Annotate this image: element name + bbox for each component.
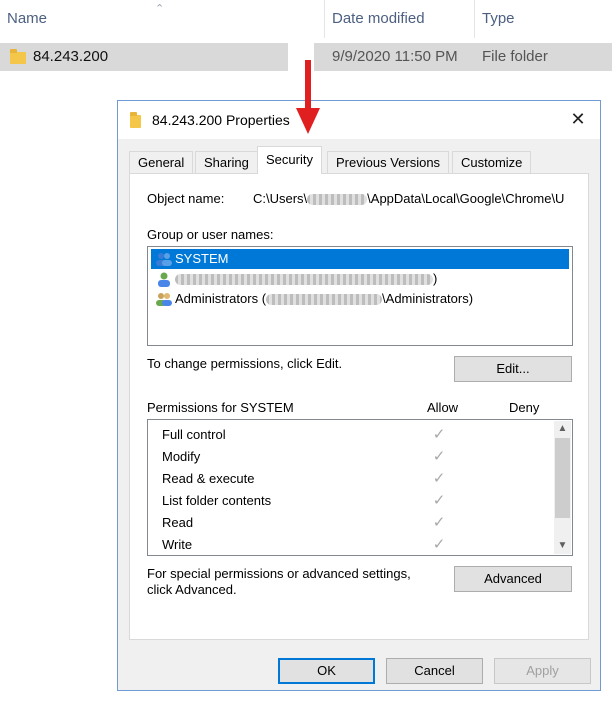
deny-header: Deny (509, 400, 540, 415)
group-user-names-label: Group or user names: (147, 227, 274, 242)
permission-row: Read (162, 515, 194, 530)
tab-sharing[interactable]: Sharing (195, 151, 258, 173)
redacted-username (307, 194, 368, 206)
permission-row: Modify (162, 449, 201, 464)
cancel-button[interactable]: Cancel (386, 658, 483, 684)
change-permissions-hint: To change permissions, click Edit. (147, 356, 343, 371)
check-icon: ✓ (432, 470, 446, 487)
allow-header: Allow (427, 400, 459, 415)
permission-row: List folder contents (162, 493, 272, 508)
check-icon: ✓ (432, 514, 446, 531)
tab-security[interactable]: Security (257, 146, 322, 174)
check-icon: ✓ (432, 426, 446, 443)
column-header-name[interactable]: Name (7, 0, 47, 38)
edit-button[interactable]: Edit... (454, 356, 572, 382)
check-icon: ✓ (432, 492, 446, 509)
security-tab-panel: Object name: C:\Users\ \AppData\Local\Goo… (129, 173, 589, 640)
column-divider[interactable] (324, 0, 325, 38)
permissions-label: Permissions for SYSTEM (147, 400, 294, 415)
advanced-button[interactable]: Advanced (454, 566, 572, 592)
list-item-user[interactable]: ) (151, 269, 437, 289)
permission-row: Full control (162, 427, 226, 442)
user-name: ) (433, 271, 438, 286)
users-icon (156, 253, 172, 266)
column-header-date-modified[interactable]: Date modified (332, 0, 425, 38)
list-item-system[interactable]: SYSTEM (151, 249, 569, 269)
permissions-list[interactable]: Full control ✓ Modify ✓ Read & execute ✓… (147, 419, 573, 556)
object-name-value: C:\Users\ \AppData\Local\Google\Chrome\U (253, 191, 565, 206)
folder-icon (10, 49, 26, 64)
sort-up-icon: ⌃ (155, 3, 165, 15)
list-item-administrators[interactable]: Administrators ( \Administrators) (151, 289, 473, 309)
properties-dialog: 84.243.200 Properties ✕ General Sharing … (117, 100, 601, 691)
user-icon (158, 272, 170, 287)
dialog-title: 84.243.200 Properties (152, 112, 290, 128)
scroll-thumb[interactable] (555, 438, 570, 518)
permission-row: Write (162, 537, 193, 552)
user-name: Administrators ( (175, 291, 267, 306)
check-icon: ✓ (432, 536, 446, 553)
permission-row: Read & execute (162, 471, 255, 486)
user-name-suffix: \Administrators) (382, 291, 474, 306)
column-header-type[interactable]: Type (482, 0, 515, 38)
ok-button[interactable]: OK (278, 658, 375, 684)
scroll-down-icon[interactable]: ▼ (554, 538, 571, 554)
tab-general[interactable]: General (129, 151, 194, 173)
file-date-modified: 9/9/2020 11:50 PM (332, 48, 458, 65)
users-icon (156, 293, 172, 306)
close-icon[interactable]: ✕ (568, 109, 588, 129)
scroll-up-icon[interactable]: ▲ (554, 421, 571, 437)
apply-button[interactable]: Apply (494, 658, 591, 684)
check-icon: ✓ (432, 448, 446, 465)
column-divider[interactable] (474, 0, 475, 38)
file-name[interactable]: 84.243.200 (33, 43, 108, 71)
dialog-titlebar[interactable]: 84.243.200 Properties ✕ (118, 101, 600, 139)
redacted-username (175, 274, 433, 286)
tab-previous-versions[interactable]: Previous Versions (327, 151, 450, 173)
special-permissions-hint: For special permissions or advanced sett… (147, 566, 411, 581)
user-list[interactable]: SYSTEM ) Administrators ( \Administrators… (147, 246, 573, 346)
file-type: File folder (482, 48, 548, 65)
tab-customize[interactable]: Customize (452, 151, 532, 173)
folder-icon (130, 112, 141, 128)
special-permissions-hint-2: click Advanced. (147, 582, 237, 597)
user-name: SYSTEM (175, 251, 229, 266)
object-name-label: Object name: (147, 191, 225, 206)
redacted-machine-name (266, 294, 383, 306)
annotation-arrow-icon (296, 60, 320, 134)
permissions-scrollbar[interactable]: ▲ ▼ (554, 421, 571, 554)
